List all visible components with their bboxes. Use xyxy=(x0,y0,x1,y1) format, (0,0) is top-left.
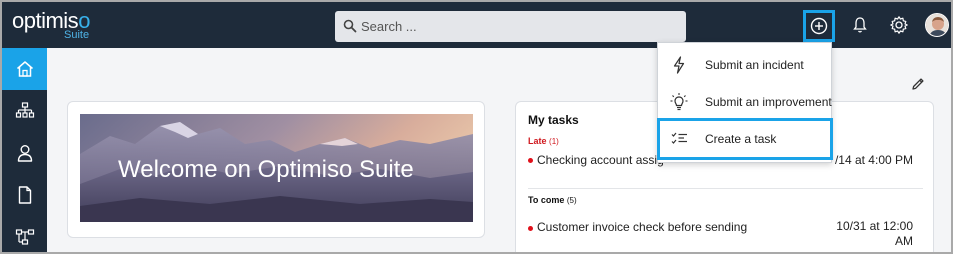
task-date: /14 at 4:00 PM xyxy=(834,153,913,167)
tocome-section-label: To come (5) xyxy=(528,195,577,205)
status-dot xyxy=(528,226,533,231)
sidebar-item-documents[interactable] xyxy=(2,174,47,216)
search-icon xyxy=(343,19,357,33)
add-menu: Submit an incident Submit an improvement xyxy=(657,42,833,163)
row-divider xyxy=(528,188,923,189)
sidebar-item-users[interactable] xyxy=(2,132,47,174)
sidebar-item-processes[interactable] xyxy=(2,216,47,252)
menu-item-label: Submit an improvement xyxy=(705,95,832,109)
welcome-text: Welcome on Optimiso Suite xyxy=(118,156,414,183)
tocome-count: (5) xyxy=(566,196,577,205)
task-name: Checking account assig xyxy=(537,153,664,167)
pencil-icon[interactable] xyxy=(910,76,926,92)
task-row[interactable]: Customer invoice check before sending 10… xyxy=(528,219,923,249)
search-input[interactable] xyxy=(361,11,676,42)
menu-item-label: Create a task xyxy=(705,132,777,146)
task-date: 10/31 at 12:00 AM xyxy=(836,219,913,248)
task-name: Customer invoice check before sending xyxy=(537,220,748,234)
checklist-icon xyxy=(670,129,690,149)
bell-icon xyxy=(853,17,867,33)
tasks-title: My tasks xyxy=(528,113,579,127)
settings-button[interactable] xyxy=(886,12,912,38)
lightbulb-icon xyxy=(669,92,689,112)
search-box[interactable] xyxy=(335,11,686,42)
sidebar-item-home[interactable] xyxy=(2,48,47,90)
menu-item-submit-improvement[interactable]: Submit an improvement xyxy=(658,83,833,121)
avatar[interactable] xyxy=(925,13,949,37)
lightning-icon xyxy=(669,55,689,75)
welcome-card: Welcome on Optimiso Suite xyxy=(67,101,485,238)
late-count: (1) xyxy=(549,137,559,146)
menu-item-submit-incident[interactable]: Submit an incident xyxy=(658,46,833,84)
menu-item-label: Submit an incident xyxy=(705,58,804,72)
app-window: optimiso Suite Search ... Welcome on Opt… xyxy=(0,0,953,254)
menu-item-create-task[interactable]: Create a task xyxy=(657,118,833,160)
late-section-label: Late (1) xyxy=(528,136,559,146)
user-icon xyxy=(17,145,32,162)
home-icon xyxy=(16,61,33,77)
document-icon xyxy=(18,186,31,204)
org-chart-icon xyxy=(15,102,34,118)
user-photo xyxy=(926,14,948,36)
sidebar xyxy=(2,48,47,252)
app-logo[interactable]: optimiso Suite xyxy=(12,8,94,42)
overdue-dot xyxy=(528,158,533,163)
plus-circle-icon xyxy=(810,17,828,35)
logo-subtitle: Suite xyxy=(64,29,90,41)
notifications-button[interactable] xyxy=(847,12,873,38)
gear-icon xyxy=(890,16,908,34)
sidebar-item-organization[interactable] xyxy=(2,90,47,132)
add-button[interactable] xyxy=(803,10,835,42)
process-icon xyxy=(15,229,34,245)
welcome-banner: Welcome on Optimiso Suite xyxy=(80,114,473,222)
